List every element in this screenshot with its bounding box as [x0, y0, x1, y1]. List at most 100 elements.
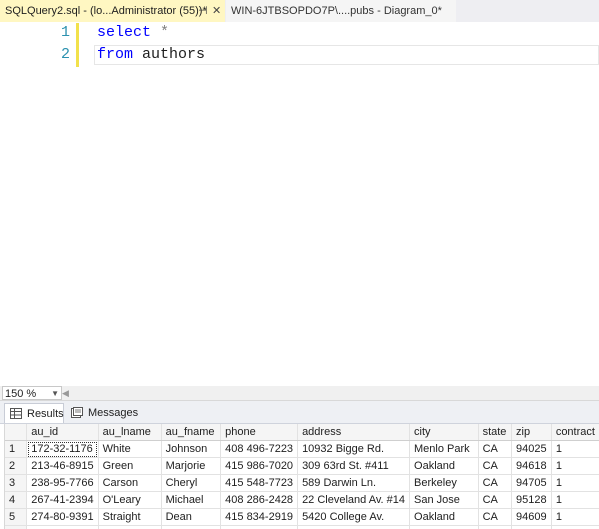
table-cell[interactable]: 238-95-7766: [26, 474, 99, 492]
line-number: 1: [60, 24, 70, 41]
scroll-left-arrow-icon[interactable]: ◀: [62, 386, 69, 400]
table-cell[interactable]: 10932 Bigge Rd.: [297, 440, 411, 458]
table-cell[interactable]: 1: [551, 474, 599, 492]
results-grid[interactable]: au_id au_lname au_fname phone address city sta…: [4, 424, 599, 529]
table-cell[interactable]: Johnson: [161, 440, 222, 458]
table-cell[interactable]: 94618: [511, 457, 552, 475]
table-cell[interactable]: 309 63rd St. #411: [297, 457, 411, 475]
table-cell[interactable]: Menlo Park: [409, 440, 479, 458]
column-header[interactable]: au_id: [26, 424, 99, 441]
table-cell[interactable]: 66044: [511, 525, 552, 529]
table-cell[interactable]: 415 548-7723: [220, 474, 299, 492]
row-number[interactable]: 3: [5, 474, 28, 492]
table-cell[interactable]: 408 496-7223: [220, 440, 299, 458]
table-row[interactable]: 5 274-80-9391 Straight Dean 415 834-2919 5420…: [5, 508, 599, 526]
table-cell[interactable]: 213-46-8915: [26, 457, 99, 475]
tab-title: WIN-6JTBSOPDO7P\....pubs - Diagram_0*: [231, 5, 442, 17]
row-number[interactable]: 1: [5, 440, 28, 458]
column-header[interactable]: contract: [551, 424, 599, 441]
code-line[interactable]: 1 select *: [0, 22, 599, 44]
table-cell[interactable]: San Jose: [409, 491, 479, 509]
table-cell[interactable]: 415 834-2919: [220, 508, 299, 526]
table-cell[interactable]: Michael: [161, 491, 222, 509]
table-cell[interactable]: Oakland: [409, 457, 479, 475]
table-cell[interactable]: 172-32-1176: [26, 440, 99, 458]
table-cell[interactable]: CA: [478, 491, 513, 509]
row-number[interactable]: 4: [5, 491, 28, 509]
table-cell[interactable]: Lawrence: [409, 525, 479, 529]
code-line[interactable]: 2 from authors: [0, 44, 599, 66]
table-cell[interactable]: 94609: [511, 508, 552, 526]
row-number[interactable]: 2: [5, 457, 28, 475]
chevron-down-icon: ▼: [51, 389, 59, 398]
table-cell[interactable]: Marjorie: [161, 457, 222, 475]
table-cell[interactable]: 0: [551, 525, 599, 529]
column-header[interactable]: phone: [220, 424, 299, 441]
table-row[interactable]: 2 213-46-8915 Green Marjorie 415 986-7020 309…: [5, 457, 599, 475]
table-cell[interactable]: 94705: [511, 474, 552, 492]
table-cell[interactable]: 1: [551, 508, 599, 526]
table-cell[interactable]: O'Leary: [98, 491, 162, 509]
tab-sqlquery2[interactable]: SQLQuery2.sql - (lo...Administrator (55)…: [0, 0, 225, 22]
sql-identifier: [151, 24, 160, 41]
column-header[interactable]: state: [478, 424, 513, 441]
editor-status-bar: 150 % ▼ ◀: [0, 386, 599, 401]
table-cell[interactable]: 22 Cleveland Av. #14: [297, 491, 411, 509]
tab-results[interactable]: Results: [4, 403, 64, 423]
table-cell[interactable]: 589 Darwin Ln.: [297, 474, 411, 492]
sql-operator: *: [160, 24, 170, 41]
query-editor[interactable]: 1 select * 2 from authors: [0, 22, 599, 387]
sql-keyword: select: [97, 24, 152, 41]
table-cell[interactable]: KS: [478, 525, 513, 529]
table-cell[interactable]: 267-41-2394: [26, 491, 99, 509]
tab-title: SQLQuery2.sql - (lo...Administrator (55)…: [5, 5, 207, 17]
tab-messages[interactable]: Messages: [66, 403, 138, 423]
table-cell[interactable]: Oakland: [409, 508, 479, 526]
close-icon[interactable]: ✕: [212, 0, 221, 22]
row-number[interactable]: 6: [5, 525, 28, 529]
table-cell[interactable]: CA: [478, 474, 513, 492]
table-cell[interactable]: White: [98, 440, 162, 458]
table-cell[interactable]: 95128: [511, 491, 552, 509]
sql-identifier: authors: [133, 46, 206, 63]
tab-diagram[interactable]: WIN-6JTBSOPDO7P\....pubs - Diagram_0*: [226, 0, 456, 22]
table-cell[interactable]: 408 286-2428: [220, 491, 299, 509]
table-row[interactable]: 1 172-32-1176 White Johnson 408 496-7223 1093…: [5, 440, 599, 458]
column-header[interactable]: zip: [511, 424, 552, 441]
table-row[interactable]: 3 238-95-7766 Carson Cheryl 415 548-7723 589 …: [5, 474, 599, 492]
table-cell[interactable]: CA: [478, 508, 513, 526]
table-cell[interactable]: Meander: [161, 525, 222, 529]
zoom-dropdown[interactable]: 150 % ▼: [2, 386, 62, 400]
table-cell[interactable]: CA: [478, 440, 513, 458]
table-cell[interactable]: 10 Mississippi Dr.: [297, 525, 411, 529]
table-cell[interactable]: Green: [98, 457, 162, 475]
table-cell[interactable]: Berkeley: [409, 474, 479, 492]
column-header[interactable]: au_fname: [161, 424, 222, 441]
table-cell[interactable]: 5420 College Av.: [297, 508, 411, 526]
table-cell[interactable]: 274-80-9391: [26, 508, 99, 526]
table-cell[interactable]: Straight: [98, 508, 162, 526]
table-cell[interactable]: Smith: [98, 525, 162, 529]
table-row[interactable]: 4 267-41-2394 O'Leary Michael 408 286-2428 22…: [5, 491, 599, 509]
row-number[interactable]: 5: [5, 508, 28, 526]
table-cell[interactable]: 415 986-7020: [220, 457, 299, 475]
table-row[interactable]: 6341-22-1782SmithMeander913 843-046210 M…: [5, 525, 599, 529]
table-cell[interactable]: 341-22-1782: [26, 525, 99, 529]
table-cell[interactable]: 94025: [511, 440, 552, 458]
messages-icon: [71, 407, 83, 418]
table-cell[interactable]: 1: [551, 491, 599, 509]
pin-icon[interactable]: ⊣: [198, 0, 208, 22]
table-cell[interactable]: 913 843-0462: [220, 525, 299, 529]
column-header[interactable]: city: [409, 424, 479, 441]
row-header-corner[interactable]: [5, 424, 28, 441]
column-header[interactable]: au_lname: [98, 424, 162, 441]
table-cell[interactable]: Dean: [161, 508, 222, 526]
table-cell[interactable]: Cheryl: [161, 474, 222, 492]
table-cell[interactable]: Carson: [98, 474, 162, 492]
column-header[interactable]: address: [297, 424, 411, 441]
grid-icon: [10, 408, 22, 419]
table-cell[interactable]: 1: [551, 440, 599, 458]
line-number-gutter: [0, 22, 78, 386]
table-cell[interactable]: CA: [478, 457, 513, 475]
table-cell[interactable]: 1: [551, 457, 599, 475]
